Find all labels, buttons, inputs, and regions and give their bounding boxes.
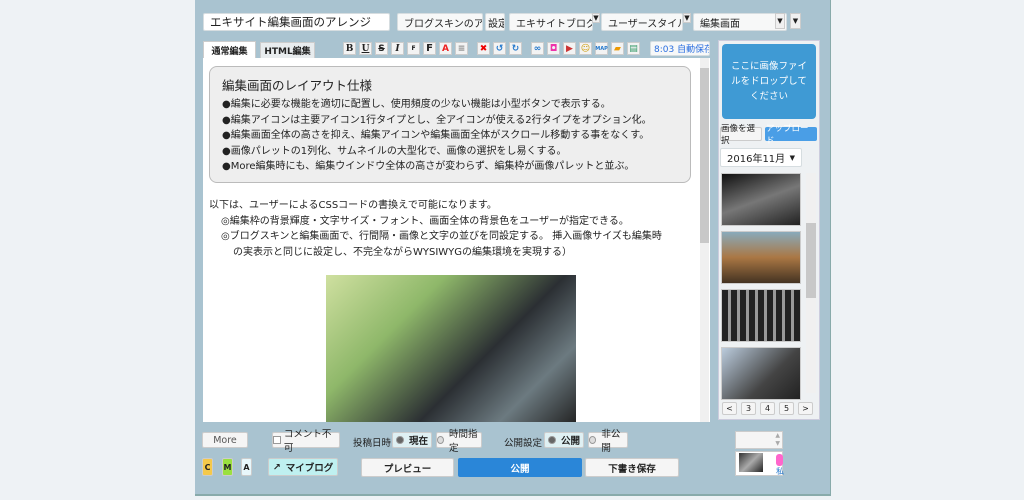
bold-button[interactable]: B [343, 42, 356, 55]
chevron-down-icon[interactable]: ▼ [683, 13, 691, 23]
skin-select[interactable]: ブログスキンのア▼ [397, 13, 483, 31]
body-text: 以下は、ユーザーによるCSSコードの書換えで可能になります。 ◎編集枠の背景輝度… [209, 198, 662, 260]
page-5[interactable]: 5 [779, 402, 794, 415]
preview-button[interactable]: プレビュー [361, 458, 454, 477]
spec-item: ●画像パレットの1列化、サムネイルの大型化で、画像の選択をし易くする。 [222, 145, 567, 157]
no-comment-checkbox[interactable]: コメント不可 [272, 429, 340, 454]
spinner-input[interactable]: ▲ ▼ [735, 431, 783, 449]
page-prev[interactable]: < [722, 402, 737, 415]
align-icon[interactable]: ≡ [455, 42, 468, 55]
title-input[interactable]: エキサイト編集画面のアレンジ [203, 13, 390, 31]
emoji-thumbnail [739, 453, 763, 472]
link-icon[interactable]: ∞ [531, 42, 544, 55]
checkbox-icon [273, 436, 281, 444]
image-drop-zone[interactable]: ここに画像ファイルをドロップしてください [722, 44, 816, 119]
image-thumbnail[interactable] [721, 289, 801, 342]
underline-button[interactable]: U [359, 42, 372, 55]
time-specify-label: 時間指定 [449, 429, 478, 454]
map-icon[interactable]: MAP [595, 42, 608, 55]
chevron-down-icon[interactable]: ▼ [592, 13, 600, 23]
page-3[interactable]: 3 [741, 402, 756, 415]
month-select[interactable]: 2016年11月 ▼ [720, 148, 802, 167]
radio-time-specify[interactable]: 時間指定 [436, 429, 482, 454]
publish-setting-label: 公開設定 [504, 438, 543, 449]
radio-public[interactable]: 公開 [544, 432, 584, 448]
spec-item: ●編集画面全体の高さを抑え、編集アイコンや編集画面全体がスクロール移動する事をな… [222, 130, 650, 141]
spec-title: 編集画面のレイアウト仕様 [222, 78, 373, 93]
no-comment-label: コメント不可 [283, 429, 332, 454]
c-button[interactable]: C [202, 458, 213, 476]
post-time-label: 投稿日時 [353, 438, 392, 449]
blog-select[interactable]: エキサイトブログ [509, 13, 593, 31]
emoji-hint: 私 [776, 467, 784, 476]
public-label: 公開 [560, 436, 580, 447]
chevron-down-icon[interactable]: ▼ [775, 13, 785, 29]
settings-button[interactable]: 設定 [485, 13, 505, 31]
select-image-button[interactable]: 画像を選択 [720, 124, 762, 146]
more-button[interactable]: More [202, 432, 248, 448]
font-color-button[interactable]: A [439, 42, 452, 55]
typewriter-image[interactable] [326, 275, 576, 422]
emoji-tag [776, 454, 783, 466]
book-icon[interactable]: ▤ [627, 42, 640, 55]
upload-button[interactable]: アップロード [765, 124, 817, 146]
my-blog-button[interactable]: ↗ マイブログ [268, 458, 338, 476]
undo-icon[interactable]: ↺ [493, 42, 506, 55]
draft-save-button[interactable]: 下書き保存 [585, 458, 679, 477]
image-thumbnail[interactable] [721, 173, 801, 226]
tab-html-edit[interactable]: HTML編集 [260, 42, 315, 58]
youtube-icon[interactable]: ▶ [563, 42, 576, 55]
image-list [721, 173, 801, 400]
italic-button[interactable]: I [391, 42, 404, 55]
intro-text: 以下は、ユーザーによるCSSコードの書換えで可能になります。 [209, 200, 497, 211]
spec-item: ●編集に必要な機能を適切に配置し、使用頻度の少ない機能は小型ボタンで表示する。 [222, 99, 611, 110]
style-select[interactable]: ユーザースタイル: [601, 13, 683, 31]
spec-item: ●編集アイコンは主要アイコン1行タイプとし、全アイコンが使える2行タイプをオプシ… [222, 114, 652, 126]
font-large-button[interactable]: F [423, 42, 436, 55]
point-text: ◎ブログスキンと編集画面で、行間隔・画像と文字の並びを同設定する。 挿入画像サイ… [221, 231, 662, 242]
a-button[interactable]: A [241, 458, 252, 476]
remove-format-icon[interactable]: ✖ [477, 42, 490, 55]
tab-normal-edit[interactable]: 通常編集 [203, 41, 256, 58]
month-value: 2016年11月 [727, 154, 786, 165]
radio-now[interactable]: 現在 [392, 432, 432, 448]
spec-item: ●More編集時にも、編集ウインドウ全体の高さが変わらず、編集枠が画像パレットと… [222, 161, 635, 172]
private-label: 非公開 [601, 429, 621, 454]
point-text: ◎編集枠の背景輝度・文字サイズ・フォント、画面全体の背景色をユーザーが指定できる… [221, 215, 629, 227]
pagination: < 3 4 5 > [722, 402, 813, 415]
radio-private[interactable]: 非公開 [588, 429, 628, 454]
chevron-down-icon: ▼ [789, 153, 795, 162]
menu-button[interactable]: ▼ [790, 13, 801, 29]
external-link-icon: ↗ [272, 461, 281, 473]
spec-box: 編集画面のレイアウト仕様 ●編集に必要な機能を適切に配置し、使用頻度の少ない機能… [209, 66, 691, 183]
my-blog-label: マイブログ [285, 463, 334, 474]
editor-body[interactable]: 編集画面のレイアウト仕様 ●編集に必要な機能を適切に配置し、使用頻度の少ない機能… [203, 58, 710, 422]
autosave-status: 8:03 自動保存 [650, 41, 710, 56]
image-thumbnail[interactable] [721, 231, 801, 284]
now-label: 現在 [408, 436, 428, 447]
emoji-preview[interactable]: 私 [735, 451, 784, 476]
point-text: の実表示と同じに設定し、不完全ながらWYSIWYGの編集環境を実現する） [233, 246, 573, 258]
page-next[interactable]: > [798, 402, 813, 415]
mode-select[interactable]: 編集画面 [693, 13, 787, 31]
image-list-scrollbar[interactable] [806, 173, 816, 393]
format-toolbar: B U S I F F A ≡ ✖ ↺ ↻ ∞ ◘ ▶ ☺ MAP ▰ ▤ [343, 42, 640, 55]
redo-icon[interactable]: ↻ [509, 42, 522, 55]
skin-select-value: ブログスキンのア [404, 18, 483, 30]
font-small-button[interactable]: F [407, 42, 420, 55]
strike-button[interactable]: S [375, 42, 388, 55]
page-4[interactable]: 4 [760, 402, 775, 415]
m-button[interactable]: M [222, 458, 233, 476]
folder-icon[interactable]: ▰ [611, 42, 624, 55]
editor-scrollbar[interactable] [700, 58, 709, 422]
instagram-icon[interactable]: ◘ [547, 42, 560, 55]
emoji-icon[interactable]: ☺ [579, 42, 592, 55]
publish-button[interactable]: 公開 [458, 458, 582, 477]
image-thumbnail[interactable] [721, 347, 801, 400]
